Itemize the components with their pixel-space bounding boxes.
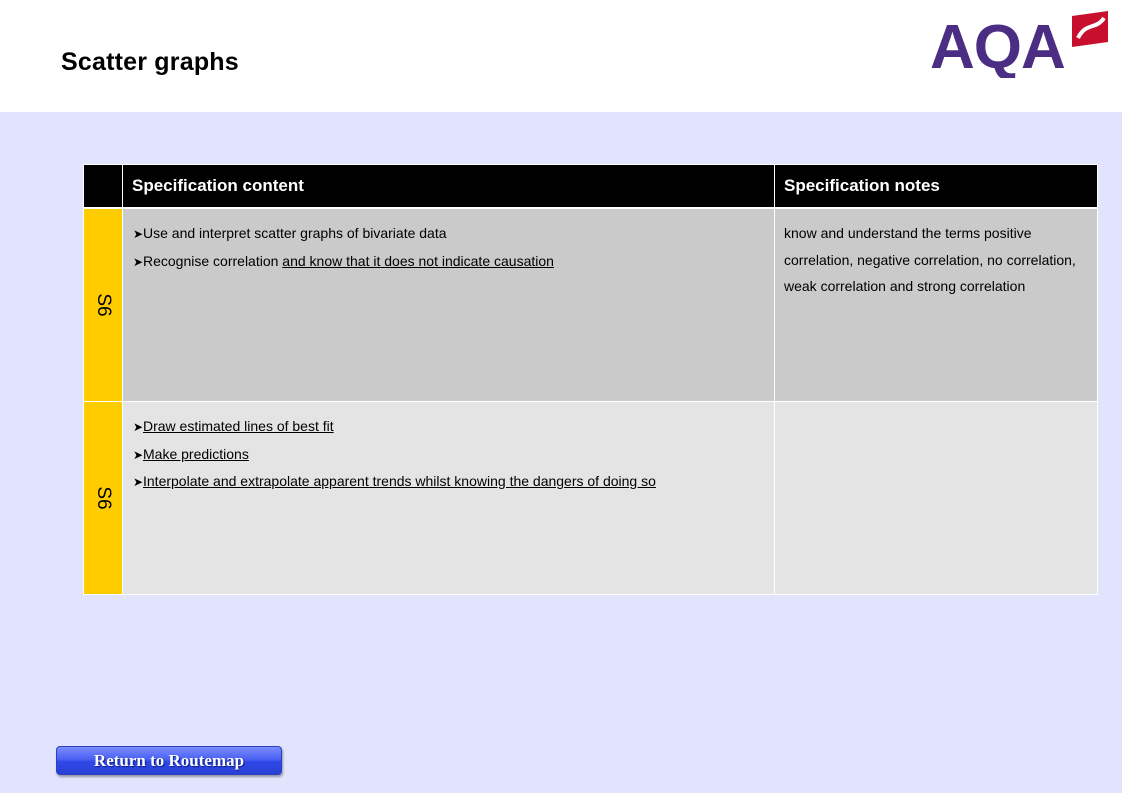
list-item: ➤Interpolate and extrapolate apparent tr… xyxy=(133,468,774,496)
specification-table: Specification content Specification note… xyxy=(83,164,1098,595)
list-item: ➤Recognise correlation and know that it … xyxy=(133,248,774,276)
content-header: Specification content xyxy=(122,164,775,209)
content-cell: ➤Use and interpret scatter graphs of biv… xyxy=(122,207,775,402)
aqa-logo-icon: AQA xyxy=(930,11,1108,78)
content-list: ➤Draw estimated lines of best fit ➤Make … xyxy=(133,413,774,496)
return-to-routemap-button[interactable]: Return to Routemap xyxy=(56,746,282,775)
arrow-bullet-icon: ➤ xyxy=(133,254,144,269)
content-list: ➤Use and interpret scatter graphs of biv… xyxy=(133,220,774,275)
arrow-bullet-icon: ➤ xyxy=(133,475,144,489)
arrow-bullet-icon: ➤ xyxy=(133,420,144,434)
code-label: S6 xyxy=(93,486,114,510)
notes-cell xyxy=(774,401,1098,595)
table-row: S6 ➤Draw estimated lines of best fit ➤Ma… xyxy=(83,401,1098,595)
svg-text:AQA: AQA xyxy=(930,13,1065,78)
code-label: S6 xyxy=(93,293,114,317)
page-title: Scatter graphs xyxy=(61,48,239,76)
code-cell: S6 xyxy=(83,207,123,402)
code-header xyxy=(83,164,123,209)
table-row: S6 ➤Use and interpret scatter graphs of … xyxy=(83,207,1098,402)
arrow-bullet-icon: ➤ xyxy=(133,447,144,462)
arrow-bullet-icon: ➤ xyxy=(133,227,144,241)
notes-cell: know and understand the terms positive c… xyxy=(774,207,1098,402)
table-header-row: Specification content Specification note… xyxy=(83,164,1098,209)
code-cell: S6 xyxy=(83,401,123,595)
page-header: Scatter graphs AQA xyxy=(0,0,1122,112)
content-cell: ➤Draw estimated lines of best fit ➤Make … xyxy=(122,401,775,595)
list-item: ➤Make predictions xyxy=(133,441,774,469)
notes-text: know and understand the terms positive c… xyxy=(784,225,1076,294)
notes-header: Specification notes xyxy=(774,164,1098,209)
list-item: ➤Use and interpret scatter graphs of biv… xyxy=(133,220,774,248)
list-item: ➤Draw estimated lines of best fit xyxy=(133,413,774,441)
